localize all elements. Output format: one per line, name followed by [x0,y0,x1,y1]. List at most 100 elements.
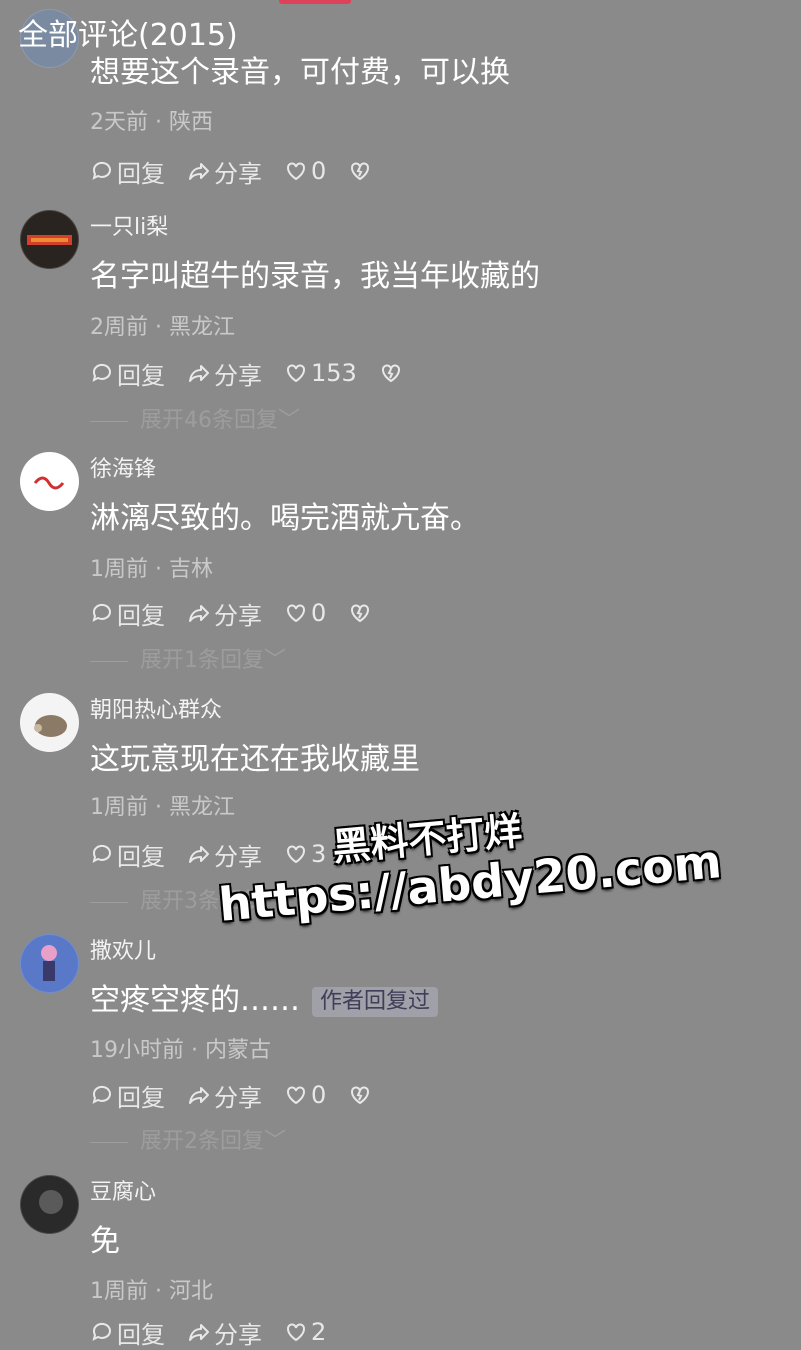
reply-button[interactable]: 回复 [90,356,165,391]
like-count: 2 [311,1318,327,1346]
comment-meta: 1周前 · 黑龙江 [90,795,235,820]
avatar[interactable] [20,693,79,752]
comment-meta: 19小时前 · 内蒙古 [90,1038,271,1063]
comment-meta: 2周前 · 黑龙江 [90,315,235,340]
share-button[interactable]: 分享 [187,1315,262,1350]
comment-meta: 1周前 · 河北 [90,1279,213,1304]
username[interactable]: 豆腐心 [90,1177,156,1209]
share-label: 分享 [214,601,262,630]
username[interactable]: 朝阳热心群众 [90,695,222,727]
username[interactable]: 徐海锋 [90,454,156,486]
reply-icon [92,363,111,382]
reply-label: 回复 [117,842,165,871]
share-button[interactable]: 分享 [187,1078,262,1113]
broken-heart-icon [381,364,400,383]
comment-actions: 回复 分享 0 [90,1078,397,1112]
reply-icon [92,603,111,622]
comment-item: 撒欢儿 空疼空疼的…… 作者回复过 19小时前 · 内蒙古 回复 分享 0 展开2… [0,934,801,1164]
broken-heart-icon [351,604,370,623]
comment-text: 淋漓尽致的。喝完酒就亢奋。 [90,501,480,536]
chevron-down-icon: ﹀ [264,648,287,673]
share-label: 分享 [214,159,262,188]
comment-text: 名字叫超牛的录音，我当年收藏的 [90,259,540,294]
expand-replies[interactable]: 展开1条回复 ﹀ [90,646,286,676]
avatar[interactable] [20,452,79,511]
like-button[interactable]: 153 [284,359,357,387]
expand-replies-label: 展开2条回复 [140,1129,264,1154]
like-count: 153 [311,359,357,387]
share-label: 分享 [214,1083,262,1112]
comment-text: 空疼空疼的…… 作者回复过 [90,980,439,1022]
like-button[interactable]: 2 [284,1318,326,1346]
heart-icon [287,162,305,181]
reply-icon [92,1085,111,1104]
share-button[interactable]: 分享 [187,837,262,872]
like-count: 3 [311,840,327,868]
dislike-button[interactable] [348,159,375,183]
comment-text-body: 空疼空疼的…… [90,983,300,1018]
share-icon [189,163,209,180]
comment-item: 徐海锋 淋漓尽致的。喝完酒就亢奋。 1周前 · 吉林 回复 分享 0 展开1条回… [0,452,801,682]
heart-icon [287,1323,305,1342]
heart-icon [287,604,305,623]
comment-text: 这玩意现在还在我收藏里 [90,742,420,777]
reply-button[interactable]: 回复 [90,1078,165,1113]
reply-button[interactable]: 回复 [90,837,165,872]
heart-icon [287,845,305,864]
comments-header-title: 全部评论(2015) [18,18,238,53]
share-button[interactable]: 分享 [187,356,262,391]
chevron-down-icon: ﹀ [264,1129,287,1154]
reply-label: 回复 [117,1320,165,1349]
divider [90,660,128,662]
avatar[interactable] [20,210,79,269]
dislike-button[interactable] [348,1083,375,1107]
comment-actions: 回复 分享 153 [90,356,428,390]
heart-icon [287,364,305,383]
expand-replies[interactable]: 展开46条回复 ﹀ [90,406,300,436]
dislike-button[interactable] [348,601,375,625]
reply-icon [92,161,111,180]
comment-item: 豆腐心 免 1周前 · 河北 回复 分享 2 [0,1175,801,1349]
author-replied-badge: 作者回复过 [312,986,439,1017]
divider [90,420,128,422]
share-icon [189,846,209,863]
expand-replies[interactable]: 展开2条回复 ﹀ [90,1127,286,1157]
share-button[interactable]: 分享 [187,154,262,189]
comment-text: 想要这个录音，可付费，可以换 [90,55,510,90]
heart-icon [287,1086,305,1105]
dislike-button[interactable] [379,361,406,385]
reply-label: 回复 [117,361,165,390]
like-count: 0 [311,599,327,627]
like-count: 0 [311,1081,327,1109]
divider [90,901,128,903]
like-button[interactable]: 0 [284,599,326,627]
reply-button[interactable]: 回复 [90,154,165,189]
like-count: 0 [311,157,327,185]
reply-label: 回复 [117,601,165,630]
username[interactable]: 一只li梨 [90,212,168,244]
divider [90,1141,128,1143]
username[interactable]: 撒欢儿 [90,936,156,968]
comment-meta: 1周前 · 吉林 [90,557,213,582]
broken-heart-icon [351,1086,370,1105]
avatar[interactable] [20,934,79,993]
comment-text: 免 [90,1224,120,1259]
share-label: 分享 [214,1320,262,1349]
reply-icon [92,1322,111,1341]
share-icon [189,365,209,382]
comment-actions: 回复 分享 0 [90,154,397,188]
share-label: 分享 [214,361,262,390]
comment-meta: 2天前 · 陕西 [90,110,213,135]
like-button[interactable]: 0 [284,157,326,185]
reply-label: 回复 [117,159,165,188]
reply-button[interactable]: 回复 [90,1315,165,1350]
like-button[interactable]: 3 [284,840,326,868]
reply-icon [92,844,111,863]
avatar[interactable] [20,1175,79,1234]
reply-button[interactable]: 回复 [90,596,165,631]
expand-replies-label: 展开46条回复 [140,408,278,433]
share-button[interactable]: 分享 [187,596,262,631]
chevron-down-icon: ﹀ [278,408,301,433]
share-icon [189,1324,209,1341]
like-button[interactable]: 0 [284,1081,326,1109]
